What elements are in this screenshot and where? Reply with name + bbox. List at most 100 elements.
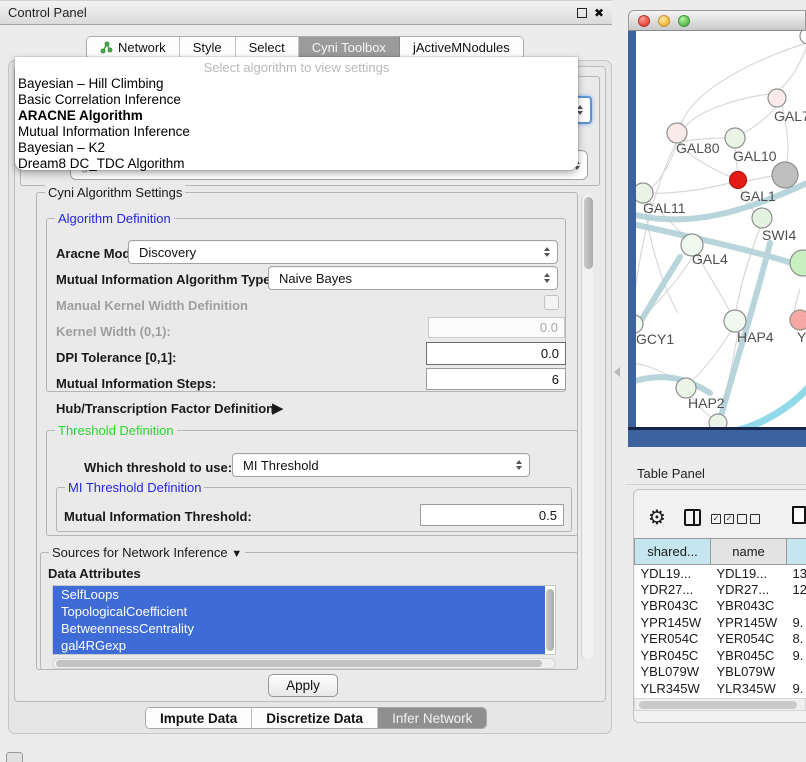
- attribute-topologicalcoefficient[interactable]: TopologicalCoefficient: [53, 603, 545, 620]
- table-hscrollbar-thumb[interactable]: [639, 701, 797, 709]
- threshold-definition-legend: Threshold Definition: [55, 423, 177, 438]
- dropdown-item-aracne[interactable]: ARACNE Algorithm: [15, 108, 578, 124]
- apply-button[interactable]: Apply: [268, 674, 338, 697]
- table-row[interactable]: YDR27...YDR27...12: [635, 581, 806, 598]
- node-unlabeled-top[interactable]: [800, 31, 806, 44]
- tab-style[interactable]: Style: [180, 37, 236, 58]
- network-window-titlebar: [628, 10, 806, 31]
- window-close-icon[interactable]: [638, 15, 650, 27]
- manual-kernel-checkbox[interactable]: [544, 295, 559, 310]
- data-attributes-list: SelfLoops TopologicalCoefficient Between…: [52, 585, 556, 655]
- which-threshold-label: Which threshold to use:: [84, 460, 232, 475]
- hub-definition-label[interactable]: Hub/Transcription Factor Definition: [56, 401, 274, 416]
- tab-jactivemnodules[interactable]: jActiveMNodules: [400, 37, 523, 58]
- table-row[interactable]: YPR145WYPR145W9.: [635, 614, 806, 631]
- table-row[interactable]: YER054CYER054C8.: [635, 631, 806, 648]
- dropdown-item-bayesian-hill-climbing[interactable]: Bayesian – Hill Climbing: [15, 76, 578, 92]
- attribute-gal4rgexp[interactable]: gal4RGexp: [53, 637, 545, 654]
- table-row[interactable]: YDL19...YDL19...13: [635, 565, 806, 582]
- node-gal7[interactable]: [768, 89, 786, 107]
- attributes-hscrollbar[interactable]: [52, 658, 556, 669]
- label-gal4: GAL4: [692, 251, 728, 267]
- tab-style-label: Style: [193, 40, 222, 55]
- which-threshold-combobox[interactable]: MI Threshold: [232, 453, 530, 477]
- table-row[interactable]: YBL079WYBL079W: [635, 664, 806, 681]
- attribute-betweennesscentrality[interactable]: BetweennessCentrality: [53, 620, 545, 637]
- dropdown-prompt: Select algorithm to view settings: [15, 57, 578, 76]
- close-panel-icon[interactable]: ✖: [594, 8, 604, 18]
- network-view-canvas[interactable]: GAL7 GAL80 GAL10 GAL1 GAL11 SWI4 GAL4 GC…: [636, 31, 806, 427]
- select-all-columns-icon[interactable]: ✓ ✓: [711, 514, 734, 524]
- expand-right-icon[interactable]: ▶: [272, 399, 284, 417]
- tab-infer-network[interactable]: Infer Network: [378, 708, 486, 728]
- tab-impute-data[interactable]: Impute Data: [146, 708, 252, 728]
- label-salmon: Y: [797, 329, 806, 345]
- tab-impute-data-label: Impute Data: [160, 711, 237, 726]
- label-gal10: GAL10: [733, 148, 777, 164]
- tab-infer-network-label: Infer Network: [392, 711, 472, 726]
- node-gal1-selected[interactable]: [730, 172, 747, 189]
- kernel-width-input[interactable]: [428, 317, 565, 338]
- dropdown-item-bayesian-k2[interactable]: Bayesian – K2: [15, 140, 578, 156]
- tab-cyni-toolbox-label: Cyni Toolbox: [312, 40, 386, 55]
- label-gal1: GAL1: [740, 188, 776, 204]
- mi-type-label: Mutual Information Algorithm Type:: [56, 272, 275, 287]
- table-hscrollbar[interactable]: [634, 698, 806, 711]
- column-header-third[interactable]: [787, 539, 806, 565]
- mi-type-value: Naive Bayes: [279, 271, 352, 286]
- dpi-tolerance-input[interactable]: [426, 342, 566, 365]
- column-header-shared-name[interactable]: shared...: [635, 539, 711, 565]
- sources-legend[interactable]: Sources for Network Inference: [52, 545, 228, 560]
- attributes-scrollbar-thumb[interactable]: [546, 589, 554, 651]
- label-hap4: HAP4: [737, 329, 774, 345]
- dropdown-item-dream8[interactable]: Dream8 DC_TDC Algorithm: [15, 156, 578, 172]
- tab-select[interactable]: Select: [236, 37, 299, 58]
- dpi-tolerance-label: DPI Tolerance [0,1]:: [56, 350, 176, 365]
- float-panel-icon[interactable]: [577, 8, 587, 18]
- node-green-right[interactable]: [790, 250, 806, 276]
- mi-steps-input[interactable]: [426, 368, 566, 390]
- tab-network-label: Network: [118, 40, 166, 55]
- column-header-name[interactable]: name: [711, 539, 787, 565]
- splitter-collapse-icon[interactable]: [614, 367, 620, 377]
- deselect-all-columns-icon[interactable]: [737, 514, 760, 524]
- attributes-hscrollbar-thumb[interactable]: [56, 660, 542, 667]
- network-graph: GAL7 GAL80 GAL10 GAL1 GAL11 SWI4 GAL4 GC…: [636, 31, 806, 427]
- mi-type-combobox[interactable]: Naive Bayes: [268, 266, 558, 290]
- minimized-panel-icon[interactable]: [6, 752, 23, 762]
- mi-steps-label: Mutual Information Steps:: [56, 376, 216, 391]
- kernel-width-label: Kernel Width (0,1):: [56, 324, 171, 339]
- node-unlabeled-bottom[interactable]: [709, 414, 727, 427]
- table-row[interactable]: YLR345WYLR345W9.: [635, 680, 806, 697]
- node-swi4[interactable]: [752, 208, 772, 228]
- node-gal10[interactable]: [725, 128, 745, 148]
- window-minimize-icon[interactable]: [658, 15, 670, 27]
- show-columns-icon[interactable]: [684, 509, 701, 526]
- tab-discretize-data-label: Discretize Data: [266, 711, 363, 726]
- label-swi4: SWI4: [762, 227, 796, 243]
- dropdown-item-basic-correlation[interactable]: Basic Correlation Inference: [15, 92, 578, 108]
- tab-discretize-data[interactable]: Discretize Data: [252, 708, 378, 728]
- tab-network[interactable]: Network: [87, 37, 180, 58]
- settings-scrollbar-thumb[interactable]: [584, 197, 593, 269]
- node-gray-hub[interactable]: [772, 162, 798, 188]
- control-panel-tabs: Network Style Select Cyni Toolbox jActiv…: [86, 36, 524, 59]
- attribute-selfloops[interactable]: SelfLoops: [53, 586, 545, 603]
- table-row[interactable]: YBR045CYBR045C9.: [635, 647, 806, 664]
- settings-scrollbar[interactable]: [581, 194, 593, 660]
- manual-kernel-label: Manual Kernel Width Definition: [56, 298, 248, 313]
- network-icon: [100, 41, 113, 54]
- mi-threshold-input[interactable]: [420, 504, 564, 526]
- table-settings-gear-icon[interactable]: ⚙: [648, 505, 666, 529]
- export-table-icon[interactable]: [792, 506, 806, 524]
- table-row[interactable]: YBR043CYBR043C: [635, 598, 806, 615]
- node-salmon-right[interactable]: [790, 310, 806, 330]
- control-panel-titlebar: Control Panel ✖: [0, 0, 612, 25]
- cyni-settings-legend: Cyni Algorithm Settings: [45, 185, 185, 200]
- tab-cyni-toolbox[interactable]: Cyni Toolbox: [299, 37, 400, 58]
- window-zoom-icon[interactable]: [678, 15, 690, 27]
- dropdown-item-mutual-information[interactable]: Mutual Information Inference: [15, 124, 578, 140]
- collapse-down-icon[interactable]: ▼: [231, 548, 242, 560]
- network-selected-edge: [728, 379, 806, 427]
- aracne-mode-combobox[interactable]: Discovery: [128, 240, 558, 264]
